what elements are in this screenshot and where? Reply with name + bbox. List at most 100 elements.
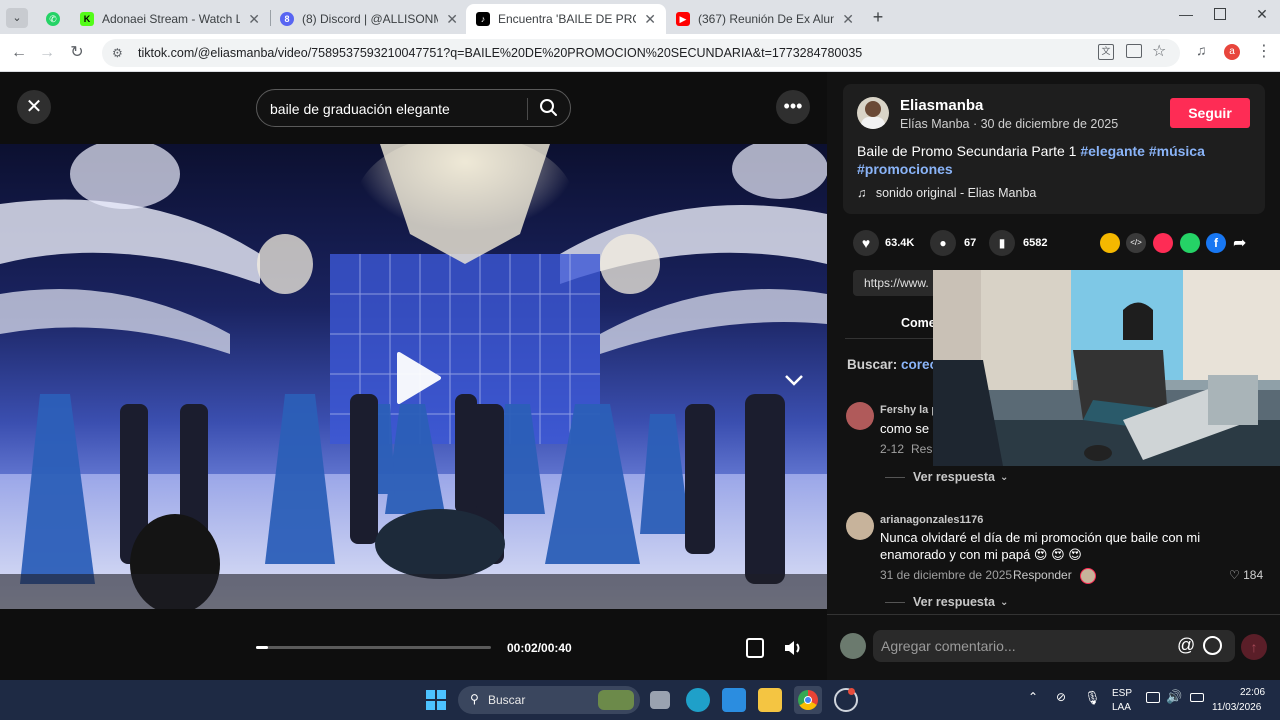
volume-icon[interactable] — [782, 637, 804, 659]
hashtag-link[interactable]: #música — [1149, 143, 1205, 159]
close-video-button[interactable]: ✕ — [17, 90, 51, 124]
reply-link[interactable]: Responder — [1013, 568, 1072, 582]
view-replies[interactable]: Ver respuesta ⌄ — [885, 470, 1008, 484]
new-tab-button[interactable]: + — [868, 7, 888, 27]
author-username[interactable]: Eliasmanba — [900, 97, 983, 114]
language-indicator[interactable]: ESP — [1112, 688, 1132, 699]
tiktok-icon: ♪ — [476, 12, 490, 26]
video-player[interactable] — [0, 144, 827, 609]
network-off-icon[interactable]: ⊘ — [1056, 690, 1066, 704]
hashtag-link[interactable]: #elegante — [1080, 143, 1145, 159]
minimize-button[interactable]: — — [1176, 6, 1196, 26]
comment-username[interactable]: arianagonzales1176 — [880, 514, 983, 526]
show-hidden-icons[interactable]: ⌃ — [1028, 690, 1038, 704]
close-window-button[interactable]: ✕ — [1252, 6, 1272, 26]
comment-input[interactable]: Agregar comentario... @ — [873, 630, 1235, 662]
tab-comments[interactable]: Come — [901, 316, 936, 330]
search-icon[interactable] — [537, 96, 561, 120]
comment-like-count: 184 — [1243, 568, 1264, 582]
windows-start-icon[interactable] — [426, 690, 446, 710]
send-icon[interactable] — [1153, 233, 1173, 253]
tab-title: Adonaei Stream - Watch Live o — [102, 12, 241, 26]
repost-icon[interactable] — [1100, 233, 1120, 253]
view-replies-label: Ver respuesta — [913, 470, 995, 484]
tab-kick[interactable]: K Adonaei Stream - Watch Live o ✕ — [70, 4, 270, 34]
address-bar[interactable]: ⚙ tiktok.com/@eliasmanba/video/758953759… — [102, 39, 1180, 67]
play-icon[interactable] — [395, 350, 443, 406]
keyboard-layout[interactable]: LAA — [1112, 702, 1131, 713]
save-button[interactable]: ▮ 6582 — [989, 230, 1047, 256]
search-input[interactable]: baile de graduación elegante — [270, 101, 450, 117]
webcam-overlay — [933, 270, 1280, 466]
comment-placeholder: Agregar comentario... — [881, 638, 1016, 654]
profile-avatar[interactable]: a — [1224, 44, 1240, 60]
chrome-icon[interactable] — [794, 686, 822, 714]
url-text: tiktok.com/@eliasmanba/video/75895375932… — [138, 46, 863, 60]
taskbar-search[interactable]: ⚲ Buscar — [458, 686, 640, 714]
volume-icon[interactable]: 🔊 — [1166, 689, 1182, 705]
related-search[interactable]: Buscar: coreo — [847, 357, 938, 372]
pip-icon[interactable] — [746, 638, 764, 658]
comment-avatar[interactable] — [846, 512, 874, 540]
post-comment-button[interactable]: ↑ — [1241, 634, 1267, 660]
heart-outline-icon: ♡ — [1229, 568, 1240, 582]
battery-icon[interactable] — [1190, 693, 1204, 702]
tab-discord[interactable]: 8 (8) Discord | @ALLISONMARIA ✕ — [270, 4, 468, 34]
tab-bar: ⌄ ✆ K Adonaei Stream - Watch Live o ✕ 8 … — [0, 0, 1280, 34]
comment-avatar[interactable] — [846, 402, 874, 430]
view-replies[interactable]: Ver respuesta ⌄ — [885, 595, 1008, 609]
progress-bar[interactable] — [256, 646, 491, 649]
share-arrow-icon[interactable]: ➦ — [1233, 233, 1253, 253]
like-button[interactable]: ♥ 63.4K — [853, 230, 914, 256]
emoji-icon[interactable] — [1203, 636, 1222, 655]
hashtag-link[interactable]: #promociones — [857, 161, 953, 177]
install-icon[interactable] — [1126, 44, 1142, 58]
close-icon[interactable]: ✕ — [446, 11, 458, 28]
more-options-button[interactable]: ••• — [776, 90, 810, 124]
kick-icon: K — [80, 12, 94, 26]
clock-date[interactable]: 11/03/2026 — [1212, 702, 1261, 713]
comment-button[interactable]: ● 67 — [930, 230, 976, 256]
reload-button[interactable]: ↻ — [66, 42, 88, 64]
whatsapp-share-icon[interactable] — [1180, 233, 1200, 253]
media-control-icon[interactable]: ♫ — [1196, 42, 1207, 58]
comment-username[interactable]: Fershy la p — [880, 404, 938, 416]
microphone-icon[interactable]: 🎙 — [1084, 690, 1101, 706]
comment-like-button[interactable]: ♡ 184 — [1229, 568, 1263, 582]
facebook-share-icon[interactable]: f — [1206, 233, 1226, 253]
back-button[interactable]: ← — [8, 42, 30, 64]
follow-button[interactable]: Seguir — [1170, 98, 1250, 128]
tab-list-button[interactable]: ⌄ — [6, 8, 28, 28]
chevron-down-icon[interactable] — [782, 370, 806, 390]
clock-time[interactable]: 22:06 — [1240, 687, 1265, 698]
video-area: ✕ baile de graduación elegante ••• 00:02… — [0, 72, 827, 680]
file-explorer-icon[interactable] — [758, 688, 782, 712]
author-avatar[interactable] — [857, 97, 889, 129]
embed-icon[interactable]: </> — [1126, 233, 1146, 253]
sound-link[interactable]: ♫ sonido original - Elias Manba — [857, 186, 1036, 200]
task-view-icon[interactable] — [650, 691, 670, 709]
site-info-icon[interactable]: ⚙ — [112, 46, 126, 60]
comment-text: como se — [880, 421, 930, 436]
tab-tiktok[interactable]: ♪ Encuentra 'BAILE DE PROMOCIO ✕ — [466, 4, 666, 34]
related-search-label: Buscar: — [847, 357, 898, 372]
forward-button[interactable]: → — [36, 42, 58, 64]
search-bar[interactable]: baile de graduación elegante — [256, 89, 571, 127]
sticky-app-icon[interactable] — [722, 688, 746, 712]
video-description: Baile de Promo Secundaria Parte 1 #elega… — [857, 142, 1252, 178]
bookmark-star-icon[interactable]: ☆ — [1152, 41, 1166, 61]
windows-taskbar: ⚲ Buscar ⌃ ⊘ 🎙 ESP LAA 🔊 22:06 11/03/202… — [0, 680, 1280, 720]
maximize-button[interactable] — [1214, 8, 1226, 20]
edge-icon[interactable] — [686, 688, 710, 712]
tab-whatsapp[interactable]: ✆ — [36, 4, 70, 34]
mention-icon[interactable]: @ — [1177, 635, 1195, 656]
user-avatar — [840, 633, 866, 659]
time-display: 00:02/00:40 — [507, 641, 572, 655]
tab-youtube[interactable]: ▶ (367) Reunión De Ex Alumnos - ✕ — [666, 4, 864, 34]
close-icon[interactable]: ✕ — [644, 11, 656, 28]
display-icon[interactable] — [1146, 692, 1160, 703]
menu-icon[interactable]: ⋮ — [1256, 41, 1272, 61]
close-icon[interactable]: ✕ — [248, 11, 260, 28]
translate-icon[interactable]: 文 — [1098, 44, 1114, 60]
close-icon[interactable]: ✕ — [842, 11, 854, 28]
